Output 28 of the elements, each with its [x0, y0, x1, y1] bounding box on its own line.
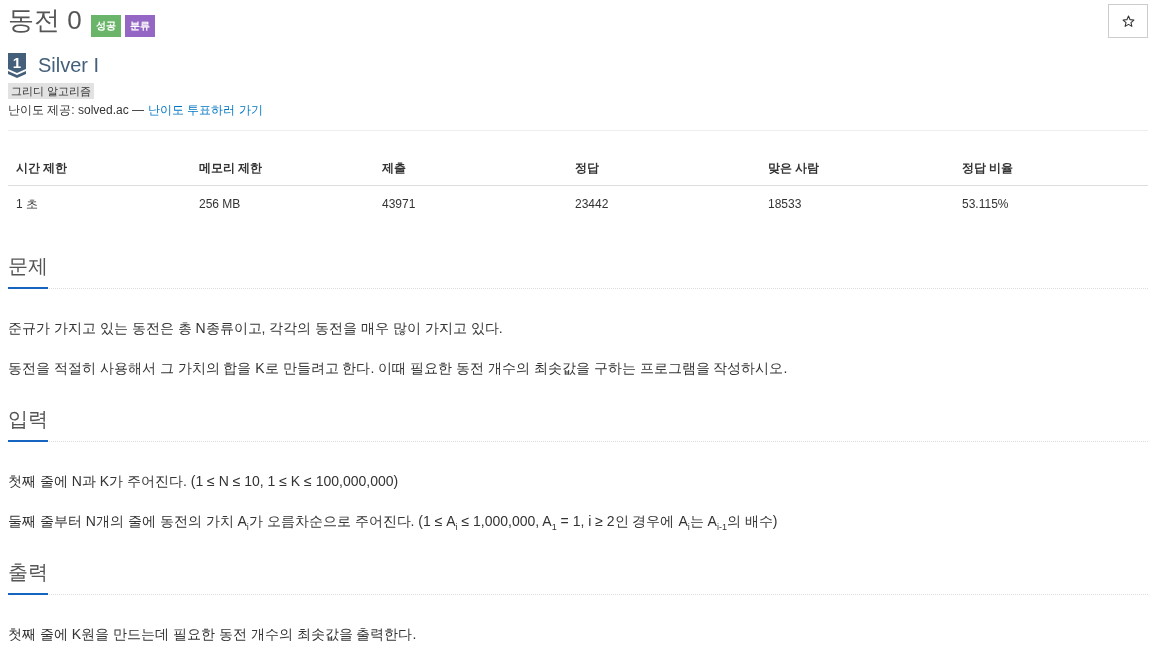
- problem-label: 성공: [90, 15, 121, 37]
- algorithm-tag: 그리디 알고리즘: [8, 83, 95, 99]
- table-cell-text: 256 MB: [198, 196, 242, 213]
- difficulty-source-text: 난이도 제공: solved.ac —: [8, 102, 145, 119]
- column-header: 제출: [374, 150, 567, 186]
- table-cell-text: 53.115%: [961, 196, 1010, 213]
- table-cell-text: 18533: [767, 196, 803, 213]
- paragraph: 동전을 적절히 사용해서 그 가치의 합을 K로 만들려고 한다. 이때 필요한 동전 개수의 최솟값을 구하는 프로그램을 작성하시오.: [8, 359, 789, 378]
- column-header: 시간 제한: [8, 150, 191, 186]
- problem-label: 분류: [124, 15, 155, 37]
- section-heading: 문제: [8, 254, 48, 289]
- section-heading: 출력: [8, 560, 48, 595]
- table-cell-text: 23442: [574, 196, 610, 213]
- table-cell-text: 1 초: [15, 196, 39, 213]
- tier-name: Silver I: [38, 53, 100, 77]
- paragraph: 준규가 가지고 있는 동전은 총 N종류이고, 각각의 동전을 매우 많이 가지고 있다.: [8, 319, 504, 338]
- table-cell-text: 43971: [381, 196, 417, 213]
- paragraph: 첫째 줄에 N과 K가 주어진다. (1 ≤ N ≤ 10, 1 ≤ K ≤ 100,000,000): [8, 472, 400, 491]
- paragraph: 둘째 줄부터 N개의 줄에 동전의 가치 A$_{i}$가 오름차순으로 주어진다. (1 ≤ A$_{i}$ ≤ 1,000,000, A$_{1}$ = 1, i ≥ 2인 경우에 A$_{i}$는 A$_{i-1}$의 배수): [8, 512, 779, 531]
- favorite-button[interactable]: [1108, 4, 1148, 38]
- vote-difficulty-link[interactable]: 난이도 투표하러 가기: [148, 101, 263, 119]
- problem-title: 동전 0: [8, 4, 82, 37]
- paragraph: 첫째 줄에 K원을 만드는데 필요한 동전 개수의 최솟값을 출력한다.: [8, 625, 418, 644]
- column-header: 맞은 사람: [760, 150, 954, 186]
- column-header: 메모리 제한: [191, 150, 374, 186]
- column-header: 정답: [567, 150, 760, 186]
- column-header: 정답 비율: [954, 150, 1148, 186]
- section-heading: 입력: [8, 407, 48, 442]
